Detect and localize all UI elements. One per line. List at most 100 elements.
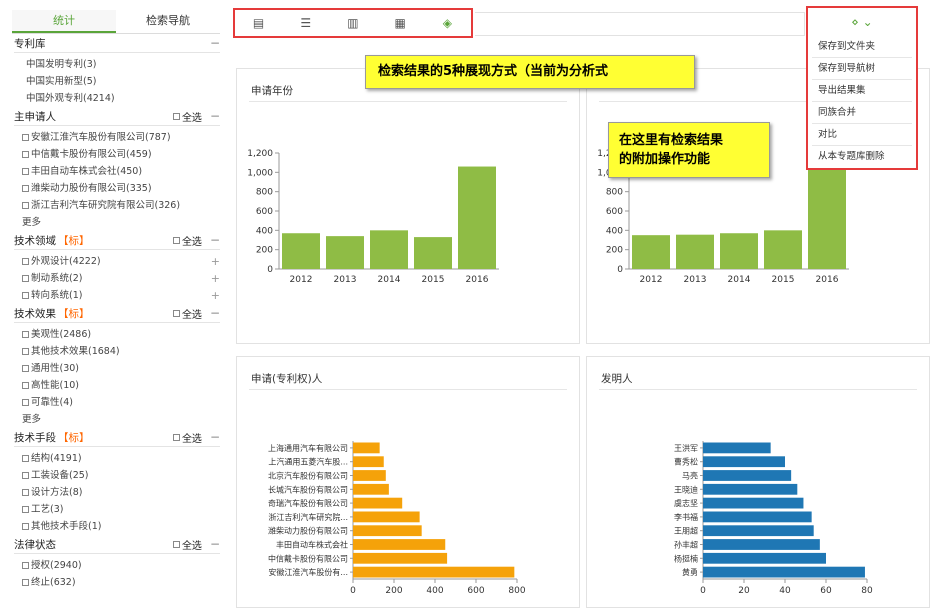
filter-item[interactable]: 潍柴动力股份有限公司(335) (14, 180, 220, 197)
filter-item[interactable]: 结构(4191) (14, 450, 220, 467)
filter-item[interactable]: 浙江吉利汽车研究院有限公司(326) (14, 197, 220, 214)
list-detail-icon[interactable]: ▤ (241, 12, 277, 34)
analysis-view-icon[interactable]: ◈ (429, 12, 465, 34)
checkbox-icon[interactable] (22, 185, 29, 192)
filter-item[interactable]: 丰田自动车株式会社(450) (14, 163, 220, 180)
filter-item[interactable]: 转向系统(1) + (14, 287, 220, 304)
filter-item[interactable]: 美观性(2486) (14, 326, 220, 343)
more-link[interactable]: 更多 (14, 411, 220, 428)
filter-item[interactable]: 通用性(30) (14, 360, 220, 377)
checkbox-icon[interactable] (22, 258, 29, 265)
filter-group-title: 技术效果 (14, 307, 56, 320)
checkbox-icon[interactable] (172, 433, 180, 441)
filter-group-header: 主申请人 全选 − (14, 107, 220, 126)
checkbox-icon[interactable] (172, 236, 180, 244)
expand-icon[interactable]: + (211, 253, 220, 270)
select-all-label: 全选 (181, 236, 202, 248)
select-all-checkbox[interactable]: 全选 (172, 430, 202, 445)
checkbox-icon[interactable] (22, 382, 29, 389)
select-all-checkbox[interactable]: 全选 (172, 109, 202, 124)
filter-item[interactable]: 外观设计(4222) + (14, 253, 220, 270)
checkbox-icon[interactable] (172, 540, 180, 548)
filter-item[interactable]: 设计方法(8) (14, 484, 220, 501)
checkbox-icon[interactable] (22, 472, 29, 479)
filter-item[interactable]: 授权(2940) (14, 557, 220, 574)
x-tick-label: 2013 (684, 275, 707, 285)
filter-item[interactable]: 其他技术手段(1) (14, 518, 220, 535)
filter-item[interactable]: 安徽江淮汽车股份有限公司(787) (14, 129, 220, 146)
filter-group-title-wrap: 专利库 (14, 36, 46, 51)
tab-statistics[interactable]: 统计 (12, 10, 116, 33)
collapse-icon[interactable]: − (210, 538, 220, 550)
checkbox-icon[interactable] (22, 202, 29, 209)
checkbox-icon[interactable] (22, 399, 29, 406)
bar (632, 235, 670, 269)
menu-item[interactable]: 保存到导航树 (812, 58, 912, 80)
filter-item-label: 中国外观专利(4214) (26, 93, 115, 104)
tag-link[interactable]: 【标】 (58, 306, 90, 321)
bar (353, 456, 384, 468)
tab-search-nav[interactable]: 检索导航 (116, 10, 220, 33)
filter-group-title: 技术领域 (14, 234, 56, 247)
filter-item[interactable]: 中信戴卡股份有限公司(459) (14, 146, 220, 163)
checkbox-icon[interactable] (22, 523, 29, 530)
more-link[interactable]: 更多 (14, 214, 220, 231)
expand-icon[interactable]: + (211, 270, 220, 287)
checkbox-icon[interactable] (22, 292, 29, 299)
checkbox-icon[interactable] (22, 506, 29, 513)
checkbox-icon[interactable] (22, 365, 29, 372)
filter-item[interactable]: 其他技术效果(1684) (14, 343, 220, 360)
inventor-chart: 王洪军曹秀松马亮王晓迪虞志坚李书福王朋超孙丰超杨挺楠黄勇0 20 40 60 80 (674, 441, 873, 596)
checkbox-icon[interactable] (172, 309, 180, 317)
column-view-icon[interactable]: ▥ (335, 12, 371, 34)
checkbox-icon[interactable] (22, 151, 29, 158)
checkbox-icon[interactable] (22, 579, 29, 586)
menu-item[interactable]: 导出结果集 (812, 80, 912, 102)
menu-item[interactable]: 从本专题库删除 (812, 146, 912, 168)
checkbox-icon[interactable] (22, 168, 29, 175)
checkbox-icon[interactable] (172, 112, 180, 120)
result-actions-list: 保存到文件夹 保存到导航树 导出结果集 同族合并 对比 从本专题库删除 (808, 36, 916, 168)
filter-item[interactable]: 中国外观专利(4214) (14, 90, 220, 107)
filter-item[interactable]: 工装设备(25) (14, 467, 220, 484)
filter-item[interactable]: 中国实用新型(5) (14, 73, 220, 90)
expand-icon[interactable]: + (211, 287, 220, 304)
filter-item[interactable]: 终止(632) (14, 574, 220, 591)
list-icon[interactable]: ☰ (288, 12, 324, 34)
checkbox-icon[interactable] (22, 489, 29, 496)
grid-view-icon[interactable]: ▦ (382, 12, 418, 34)
menu-item[interactable]: 同族合并 (812, 102, 912, 124)
collapse-icon[interactable]: − (210, 110, 220, 122)
select-all-checkbox[interactable]: 全选 (172, 306, 202, 321)
checkbox-icon[interactable] (22, 562, 29, 569)
tag-link[interactable]: 【标】 (58, 233, 90, 248)
collapse-icon[interactable]: − (210, 37, 220, 49)
bar (703, 566, 865, 578)
menu-item[interactable]: 对比 (812, 124, 912, 146)
checkbox-icon[interactable] (22, 348, 29, 355)
filter-item[interactable]: 制动系统(2) + (14, 270, 220, 287)
select-all-checkbox[interactable]: 全选 (172, 537, 202, 552)
share-icon[interactable]: ⋄ ⌄ (808, 8, 916, 36)
filter-item[interactable]: 中国发明专利(3) (14, 56, 220, 73)
select-all-checkbox[interactable]: 全选 (172, 233, 202, 248)
filter-item[interactable]: 工艺(3) (14, 501, 220, 518)
chart-panel-applicant: 申请(专利权)人 上海通用汽车有限公司 上汽通用五菱汽车股... 北京汽车股份有限公… (236, 356, 580, 608)
y-tick-label: 黄勇 (682, 567, 698, 577)
filter-item-label: 工艺(3) (31, 504, 64, 515)
filter-item[interactable]: 可靠性(4) (14, 394, 220, 411)
filter-group-title: 法律状态 (14, 538, 56, 551)
filter-group-controls: − (210, 37, 220, 49)
menu-item[interactable]: 保存到文件夹 (812, 36, 912, 58)
collapse-icon[interactable]: − (210, 234, 220, 246)
filter-group-header: 专利库 − (14, 34, 220, 53)
collapse-icon[interactable]: − (210, 431, 220, 443)
checkbox-icon[interactable] (22, 455, 29, 462)
collapse-icon[interactable]: − (210, 307, 220, 319)
filter-item[interactable]: 高性能(10) (14, 377, 220, 394)
y-tick-label: 丰田自动车株式会社 (276, 540, 348, 550)
checkbox-icon[interactable] (22, 275, 29, 282)
checkbox-icon[interactable] (22, 331, 29, 338)
tag-link[interactable]: 【标】 (58, 430, 90, 445)
checkbox-icon[interactable] (22, 134, 29, 141)
